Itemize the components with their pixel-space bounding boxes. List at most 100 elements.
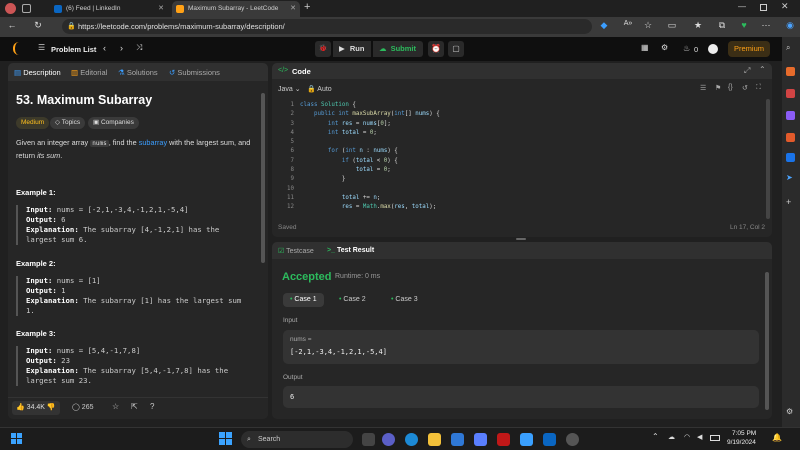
format-icon[interactable]: ☰ <box>700 84 706 92</box>
back-icon[interactable]: ← <box>6 20 18 30</box>
linkedin-taskbar-icon[interactable] <box>543 433 556 446</box>
star-icon[interactable]: ☆ <box>112 402 119 411</box>
url-field[interactable]: 🔒 https://leetcode.com/problems/maximum-… <box>62 19 592 34</box>
battery-icon[interactable] <box>710 435 720 441</box>
scrollbar[interactable] <box>261 93 265 263</box>
refresh-icon[interactable]: ↻ <box>32 20 44 31</box>
close-window-button[interactable]: ✕ <box>781 1 789 12</box>
tab-linkedin[interactable]: (6) Feed | LinkedIn ✕ <box>50 1 168 17</box>
tab-description[interactable]: ▤ Description <box>14 68 61 77</box>
teams-icon[interactable] <box>382 433 395 446</box>
add-sidebar-icon[interactable]: + <box>786 197 791 207</box>
collapse-icon[interactable]: ⌃ <box>759 65 766 74</box>
tray-cloud-icon[interactable]: ☁ <box>668 433 675 441</box>
code-editor[interactable]: class Solution { public int maxSubArray(… <box>300 101 440 213</box>
settings-more-icon[interactable]: ⋯ <box>760 20 772 31</box>
like-button[interactable]: 👍 34.4K 👎 <box>12 401 60 415</box>
leetcode-logo[interactable] <box>13 42 24 55</box>
tools-icon[interactable] <box>786 89 795 98</box>
search-box[interactable]: ⌕ Search <box>241 431 353 448</box>
notification-bell-icon[interactable]: 🔔 <box>772 433 782 442</box>
bookmark-icon[interactable]: ⚑ <box>715 84 721 92</box>
clock-time[interactable]: 7:05 PM <box>732 430 756 437</box>
tab-leetcode[interactable]: Maximum Subarray - LeetCode ✕ <box>172 1 300 17</box>
collections-icon[interactable]: ⧉ <box>716 20 728 31</box>
start-button[interactable] <box>11 433 23 445</box>
taskbar-start-icon[interactable] <box>219 432 232 445</box>
app-icon[interactable] <box>474 433 487 446</box>
store-icon[interactable] <box>451 433 464 446</box>
topics-button[interactable]: ◇ Topics <box>50 117 86 129</box>
brackets-icon[interactable]: {} <box>728 84 733 91</box>
reset-icon[interactable]: ↺ <box>742 84 748 92</box>
panel-resize-handle[interactable] <box>516 238 526 240</box>
tab-testcase[interactable]: ☑ Testcase <box>278 247 314 255</box>
search-sidebar-icon[interactable]: ⌕ <box>786 43 790 53</box>
language-select[interactable]: Java ⌄ <box>278 85 301 93</box>
outlook-icon[interactable] <box>786 153 795 162</box>
output-label: Output: <box>26 215 57 224</box>
sidebar-settings-icon[interactable]: ⚙ <box>786 407 793 416</box>
shuffle-icon[interactable]: ⤨ <box>136 43 142 53</box>
read-aloud-icon[interactable]: A» <box>622 20 634 27</box>
thumbs-down-icon[interactable]: 👎 <box>47 404 56 411</box>
task-view-icon[interactable] <box>362 433 375 446</box>
user-avatar[interactable] <box>708 44 718 54</box>
help-icon[interactable]: ? <box>150 402 154 411</box>
next-problem-icon[interactable]: › <box>120 43 123 53</box>
debug-button[interactable]: 🐞 <box>315 41 331 57</box>
tray-chevron-icon[interactable]: ⌃ <box>652 432 659 441</box>
premium-button[interactable]: Premium <box>728 41 770 57</box>
output-scrollbar[interactable] <box>765 272 769 410</box>
comments-button[interactable]: ◯ 265 <box>72 403 93 411</box>
expand-icon[interactable]: ⤢ <box>744 66 750 76</box>
tab-editorial[interactable]: ▥ Editorial <box>71 68 107 77</box>
layout-icon[interactable]: ▦ <box>641 43 649 52</box>
companies-button[interactable]: ▣ Companies <box>88 117 139 129</box>
launcher-icon[interactable] <box>520 433 533 446</box>
subarray-link[interactable]: subarray <box>139 138 167 147</box>
tab-solutions[interactable]: ⚗ Solutions <box>118 68 158 77</box>
auto-mode-button[interactable]: 🔒 Auto <box>307 85 332 93</box>
workspaces-icon[interactable] <box>22 4 31 13</box>
edge-icon[interactable] <box>405 433 418 446</box>
volume-icon[interactable]: ◀ <box>697 433 702 441</box>
clock-date[interactable]: 9/19/2024 <box>727 439 756 446</box>
favorite-icon[interactable]: ☆ <box>642 20 654 31</box>
close-tab-icon[interactable]: ✕ <box>290 1 296 17</box>
editor-scrollbar[interactable] <box>766 99 770 219</box>
send-icon[interactable]: ➤ <box>786 173 793 182</box>
share-icon[interactable]: ⇱ <box>131 402 138 411</box>
games-icon[interactable] <box>786 111 795 120</box>
prev-problem-icon[interactable]: ‹ <box>103 43 106 53</box>
mcafee-icon[interactable] <box>497 433 510 446</box>
case-1-tab[interactable]: • Case 1 <box>283 293 324 307</box>
split-screen-icon[interactable]: ▭ <box>666 20 678 31</box>
extension-green-icon[interactable]: ♥ <box>738 20 750 30</box>
tab-test-result[interactable]: >_ Test Result <box>327 247 374 254</box>
extension-icon[interactable]: ◆ <box>598 20 610 31</box>
minimize-button[interactable]: — <box>738 2 746 11</box>
profile-avatar[interactable] <box>5 3 16 14</box>
submit-button[interactable]: ☁ Submit <box>373 41 423 57</box>
shopping-icon[interactable] <box>786 67 795 76</box>
favorites-bar-icon[interactable]: ★ <box>692 20 704 31</box>
settings-taskbar-icon[interactable] <box>566 433 579 446</box>
tab-submissions[interactable]: ↺ Submissions <box>169 68 220 77</box>
file-explorer-icon[interactable] <box>428 433 441 446</box>
copilot-icon[interactable]: ◉ <box>784 20 796 31</box>
new-tab-button[interactable]: + <box>304 1 310 13</box>
timer-icon[interactable]: ⏰ <box>428 41 444 57</box>
maximize-button[interactable] <box>760 4 767 11</box>
run-button[interactable]: ▶ Run <box>333 41 371 57</box>
notes-icon[interactable]: ▢ <box>448 41 464 57</box>
settings-icon[interactable]: ⚙ <box>661 43 668 52</box>
office-icon[interactable] <box>786 133 795 142</box>
problem-list-button[interactable]: Problem List <box>51 45 96 54</box>
streak-fire-icon[interactable]: ♨ <box>683 44 690 53</box>
case-3-tab[interactable]: • Case 3 <box>384 293 425 307</box>
close-tab-icon[interactable]: ✕ <box>158 1 164 17</box>
fullscreen-icon[interactable]: ⛶ <box>756 84 761 92</box>
wifi-icon[interactable]: ◠ <box>684 433 690 441</box>
case-2-tab[interactable]: • Case 2 <box>332 293 373 307</box>
